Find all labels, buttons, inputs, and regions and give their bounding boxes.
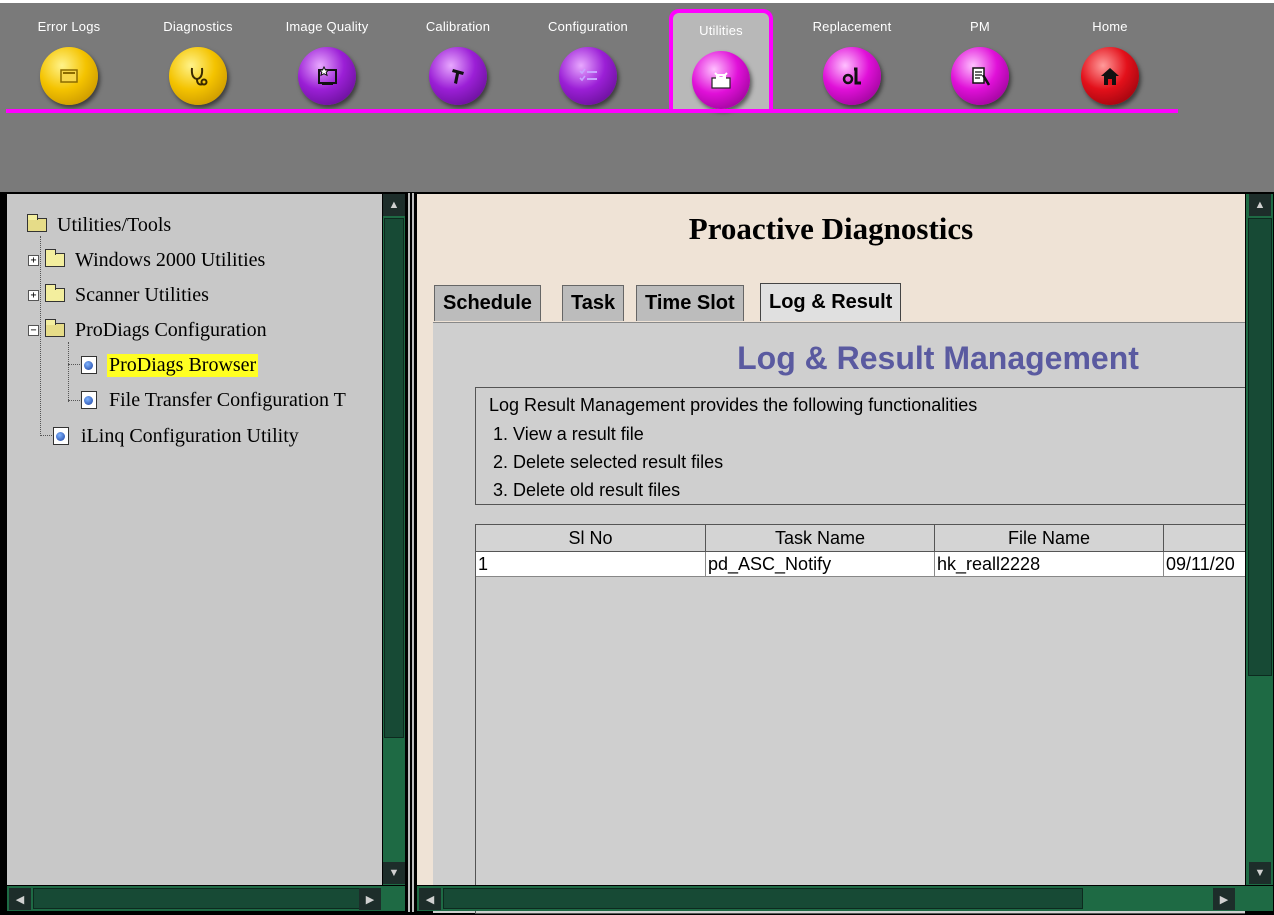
info-item: 2. Delete selected result files [493,452,724,472]
home-icon [1081,47,1139,105]
nav-label: Error Logs [37,19,101,34]
tree-item-label: File Transfer Configuration T [109,388,346,411]
scroll-up-arrow-icon[interactable]: ▲ [383,194,405,216]
scroll-thumb[interactable] [33,888,363,909]
nav-label: Configuration [548,19,628,34]
scroll-left-arrow-icon[interactable]: ◀ [419,888,441,910]
nav-pm-button[interactable]: PM [925,3,1035,109]
tree-vertical-scrollbar[interactable]: ▲ ▼ [382,194,405,885]
web-document-icon [81,356,97,374]
tab-task[interactable]: Task [562,285,625,321]
column-header-sl-no[interactable]: Sl No [476,525,706,552]
tab-schedule[interactable]: Schedule [434,285,541,321]
content-vertical-scrollbar[interactable]: ▲ ▼ [1245,194,1273,885]
tree-item-prodiags-configuration[interactable]: − ProDiags Configuration [28,315,269,345]
tree-item-scanner-utilities[interactable]: + Scanner Utilities [28,280,211,310]
tree-item-prodiags-browser[interactable]: ProDiags Browser [81,350,259,380]
info-item: 3. Delete old result files [493,480,681,500]
info-item: 1. View a result file [493,424,644,444]
nav-error-logs-button[interactable]: Error Logs [14,3,124,109]
collapse-icon[interactable]: − [28,324,39,336]
folder-icon [45,249,65,267]
tree-item-label: ProDiags Configuration [75,318,267,341]
folder-open-icon [27,214,47,232]
column-header-task-name[interactable]: Task Name [706,525,935,552]
top-navigation-bar: Error Logs Diagnostics Image Quality Cal… [0,0,1274,192]
scroll-thumb[interactable] [384,218,404,738]
checklist-icon [559,47,617,105]
nav-replacement-button[interactable]: Replacement [797,3,907,109]
nav-configuration-button[interactable]: Configuration [533,3,643,109]
folder-icon [45,284,65,302]
info-box: Log Result Management provides the follo… [475,387,1245,505]
nav-label: Image Quality [285,19,369,34]
nav-utilities-button[interactable]: Utilities [669,9,773,113]
folder-open-icon [45,319,65,337]
tree-connector [68,342,69,402]
scroll-thumb[interactable] [1248,218,1272,676]
tree-connector [68,364,80,365]
scroll-thumb[interactable] [443,888,1083,909]
nav-label: PM [970,19,990,34]
nav-diagnostics-button[interactable]: Diagnostics [143,3,253,109]
nav-label: Home [1092,19,1128,34]
table-cell[interactable]: pd_ASC_Notify [706,552,935,577]
nav-label: Diagnostics [163,19,233,34]
web-document-icon [81,391,97,409]
scroll-down-arrow-icon[interactable]: ▼ [383,862,405,884]
tab-log-result[interactable]: Log & Result [760,283,902,321]
tree-item-ilinq-configuration-utility[interactable]: iLinq Configuration Utility [53,421,301,451]
toolbox-icon [692,51,750,109]
utilities-tree: Utilities/Tools + Windows 2000 Utilities… [7,194,382,884]
tree-connector [68,400,80,401]
column-header-file-name[interactable]: File Name [935,525,1164,552]
content-horizontal-scrollbar[interactable]: ◀ ▶ [417,885,1273,911]
nav-image-quality-button[interactable]: Image Quality [272,3,382,109]
table-cell[interactable]: 1 [476,552,706,577]
tree-item-windows-2000-utilities[interactable]: + Windows 2000 Utilities [28,245,267,275]
tab-time-slot[interactable]: Time Slot [636,285,744,321]
expand-icon[interactable]: + [28,254,39,266]
tree-root-utilities-tools[interactable]: Utilities/Tools [27,210,173,240]
nav-label: Replacement [812,19,892,34]
tree-connector [40,435,52,436]
scroll-down-arrow-icon[interactable]: ▼ [1249,862,1271,884]
tree-item-label: iLinq Configuration Utility [81,424,299,447]
replacement-tool-icon [823,47,881,105]
section-title: Log & Result Management [737,340,1139,376]
expand-icon[interactable]: + [28,289,39,301]
tree-item-label: Windows 2000 Utilities [75,248,266,271]
nav-calibration-button[interactable]: Calibration [403,3,513,109]
nav-accent-line [6,109,1178,113]
table-cell[interactable]: 09/11/20 [1164,552,1245,577]
wrench-icon [429,47,487,105]
nav-home-button[interactable]: Home [1055,3,1165,109]
tab-content: Log & Result Management Log Result Manag… [433,322,1245,914]
scroll-left-arrow-icon[interactable]: ◀ [9,888,31,910]
tree-item-label: ProDiags Browser [107,353,259,377]
image-quality-icon [298,47,356,105]
pm-document-icon [951,47,1009,105]
nav-label: Utilities [699,23,743,38]
scroll-up-arrow-icon[interactable]: ▲ [1249,194,1271,216]
panel-splitter[interactable] [406,193,416,912]
column-header-date[interactable]: D [1164,525,1245,552]
scroll-right-arrow-icon[interactable]: ▶ [1213,888,1235,910]
tree-horizontal-scrollbar[interactable]: ◀ ▶ [7,885,405,911]
tree-item-file-transfer-configuration[interactable]: File Transfer Configuration T [81,385,348,415]
result-table: Sl No Task Name File Name D 1 pd_ASC_Not… [475,524,1245,914]
tree-item-label: Scanner Utilities [75,283,209,306]
scroll-right-arrow-icon[interactable]: ▶ [359,888,381,910]
stethoscope-icon [169,47,227,105]
page-title: Proactive Diagnostics [688,211,974,246]
tree-item-label: Utilities/Tools [57,213,172,236]
nav-label: Calibration [425,19,491,34]
table-cell[interactable]: hk_reall2228 [935,552,1164,577]
web-document-icon [53,427,69,445]
navigation-tree-panel: Utilities/Tools + Windows 2000 Utilities… [6,193,406,912]
log-icon [40,47,98,105]
content-panel: Proactive Diagnostics Schedule Task Time… [416,193,1274,914]
info-intro: Log Result Management provides the follo… [489,395,978,415]
